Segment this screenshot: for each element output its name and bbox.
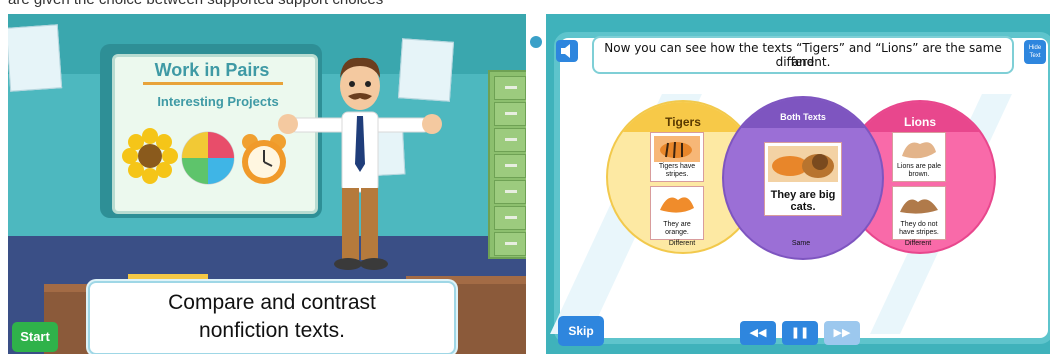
intro-slide: Work in Pairs Interesting Projects Compa… <box>8 14 526 354</box>
lion-fur-picture <box>896 190 942 216</box>
forward-button[interactable]: ▶▶ <box>824 321 860 345</box>
tigers-fact-card-1: Tigers have stripes. <box>650 132 704 182</box>
pause-button[interactable]: ❚❚ <box>782 321 818 345</box>
compare-slide: Now you can see how the texts “Tigers” a… <box>546 14 1050 354</box>
teacher-character <box>278 57 442 270</box>
beach-ball-icon <box>181 131 235 185</box>
rewind-button[interactable]: ◀◀ <box>740 321 776 345</box>
caption-line-2: nonfiction texts. <box>199 319 345 342</box>
both-fact: They are big cats. <box>770 189 836 213</box>
tigers-fact-1: Tigers have stripes. <box>658 163 696 178</box>
start-button[interactable]: Start <box>12 322 58 352</box>
top-caption-text: are given the choice between supported s… <box>8 0 383 8</box>
caption-line-1: Compare and contrast <box>168 291 376 314</box>
instruction-line-2: different. <box>775 55 831 69</box>
tigers-fact-2: They are orange. <box>663 221 691 236</box>
hide-text-button[interactable]: Hide Text <box>1024 40 1046 64</box>
tiger-picture <box>654 136 700 162</box>
lions-fact-1: Lions are pale brown. <box>897 163 941 178</box>
rewind-icon: ◀◀ <box>749 326 767 339</box>
orange-paint-picture <box>654 190 700 216</box>
board-underline <box>143 82 283 85</box>
panel-marker <box>530 36 542 48</box>
big-cats-picture <box>768 146 838 182</box>
pause-icon: ❚❚ <box>790 326 810 339</box>
speaker-icon <box>561 44 570 58</box>
tigers-footer: Different <box>668 240 696 247</box>
skip-button[interactable]: Skip <box>558 316 604 346</box>
lesson-caption: Compare and contrast nonfiction texts. <box>88 281 456 354</box>
filing-cabinet <box>488 70 526 259</box>
lions-footer: Different <box>904 240 932 247</box>
wall-paper <box>8 24 63 92</box>
instruction-box: Now you can see how the texts “Tigers” a… <box>592 36 1014 74</box>
lions-fact-card-2: They do not have stripes. <box>892 186 946 240</box>
both-footer: Same <box>791 240 811 247</box>
sound-button[interactable] <box>556 40 578 62</box>
both-fact-card: They are big cats. <box>764 142 842 216</box>
tigers-fact-card-2: They are orange. <box>650 186 704 240</box>
lions-fact-card-1: Lions are pale brown. <box>892 132 946 182</box>
both-heading: Both Texts <box>724 98 882 128</box>
lions-fact-2: They do not have stripes. <box>899 221 939 236</box>
sunflower-icon <box>122 128 178 184</box>
forward-icon: ▶▶ <box>833 326 851 339</box>
pale-brown-paint-picture <box>896 136 942 162</box>
